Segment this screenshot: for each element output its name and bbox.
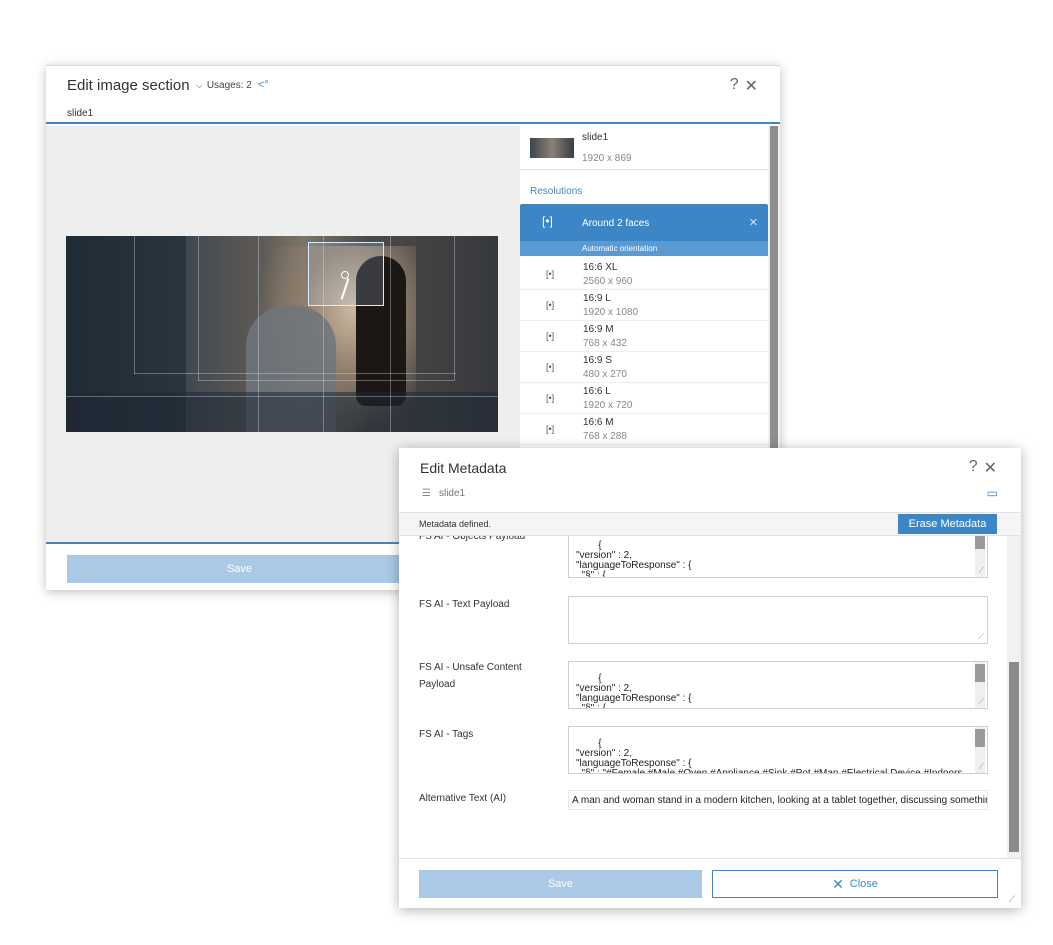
clear-selection-icon[interactable]: ✕: [749, 216, 758, 229]
resolution-item[interactable]: [•] 16:6 XL 2560 x 960: [520, 259, 768, 290]
tags-textarea[interactable]: { "version" : 2, "languageToResponse" : …: [568, 726, 988, 774]
field-value: { "version" : 2, "languageToResponse" : …: [576, 673, 692, 709]
document-name: slide1: [438, 488, 466, 499]
slide-card: slide1 1920 x 869: [520, 126, 768, 170]
resolution-dimensions: 1920 x 720: [583, 400, 633, 411]
dialog-subtitle: slide1: [67, 108, 94, 119]
focus-icon: [•]: [546, 393, 555, 403]
erase-metadata-button[interactable]: Erase Metadata: [898, 514, 997, 534]
unsafe-content-textarea[interactable]: { "version" : 2, "languageToResponse" : …: [568, 661, 988, 709]
resolution-item[interactable]: [•] 16:9 S 480 x 270: [520, 352, 768, 383]
field-value: { "version" : 2, "languageToResponse" : …: [576, 540, 692, 578]
image-preview[interactable]: [66, 236, 498, 432]
resolution-dimensions: 480 x 270: [583, 369, 627, 380]
focus-icon: [•]: [546, 269, 555, 279]
field-value: { "version" : 2, "languageToResponse" : …: [576, 738, 963, 774]
close-icon: ✕: [832, 875, 844, 892]
slide-name: slide1: [582, 132, 609, 143]
focus-icon: [•]: [546, 300, 555, 310]
save-button[interactable]: Save: [67, 555, 412, 583]
focus-icon: [•]: [546, 362, 555, 372]
orientation-label: Automatic orientation: [520, 241, 768, 256]
dialog-header: Edit image section ⌵ Usages: 2 <° slide1…: [46, 66, 780, 124]
resolution-name: 16:9 L: [583, 293, 611, 304]
focus-icon: [•]: [546, 424, 555, 434]
close-button[interactable]: ✕ Close: [712, 870, 998, 898]
help-icon[interactable]: ?: [969, 458, 978, 478]
focus-point-handle[interactable]: [341, 271, 349, 279]
share-icon[interactable]: <°: [258, 79, 269, 91]
field-label: FS AI - Tags: [419, 729, 474, 740]
edit-metadata-dialog: Edit Metadata ? ✕ ☰ slide1 ▭ Metadata de…: [399, 448, 1021, 908]
resize-handle-icon[interactable]: ⟋: [1009, 894, 1015, 905]
resolution-name: 16:6 XL: [583, 262, 618, 273]
metadata-form: FS AI - Objects Payload { "version" : 2,…: [399, 536, 1007, 836]
chevron-down-icon: ⌵: [196, 79, 203, 90]
field-label: FS AI - Text Payload: [419, 599, 510, 610]
resolution-list: [•] 16:6 XL 2560 x 960 [•] 16:9 L 1920 x…: [520, 259, 768, 445]
metadata-status-bar: Metadata defined. Erase Metadata: [399, 512, 1021, 536]
comments-icon[interactable]: ▭: [987, 486, 998, 500]
focus-icon: [•]: [546, 331, 555, 341]
resolution-dimensions: 2560 x 960: [583, 276, 633, 287]
resolution-item[interactable]: [•] 16:9 M 768 x 432: [520, 321, 768, 352]
close-icon[interactable]: ✕: [984, 458, 997, 478]
field-label: Alternative Text (AI): [419, 793, 507, 804]
save-button[interactable]: Save: [419, 870, 702, 898]
document-icon: ☰: [422, 488, 431, 499]
objects-payload-textarea[interactable]: { "version" : 2, "languageToResponse" : …: [568, 536, 988, 578]
text-payload-textarea[interactable]: ⟋: [568, 596, 988, 644]
metadata-scrollbar[interactable]: [1007, 536, 1021, 858]
resolution-name: 16:6 M: [583, 417, 614, 428]
selected-resolution-label: Around 2 faces: [582, 218, 650, 229]
resolution-dimensions: 1920 x 1080: [583, 307, 639, 318]
field-label: FS AI - Unsafe Content Payload: [419, 662, 522, 690]
resolution-item[interactable]: [•] 16:6 M 768 x 288: [520, 414, 768, 445]
alt-text-input[interactable]: A man and woman stand in a modern kitche…: [568, 790, 988, 810]
slide-dimensions: 1920 x 869: [582, 153, 632, 164]
dialog-footer: Save ✕ Close ⟋: [399, 858, 1021, 908]
resolution-item[interactable]: [•] 16:9 L 1920 x 1080: [520, 290, 768, 321]
resolution-name: 16:6 L: [583, 386, 611, 397]
resolution-dimensions: 768 x 288: [583, 431, 627, 442]
resolutions-heading: Resolutions: [530, 186, 583, 197]
resolution-name: 16:9 M: [583, 324, 614, 335]
metadata-status-text: Metadata defined.: [419, 519, 492, 529]
close-icon[interactable]: ✕: [745, 76, 758, 96]
help-icon[interactable]: ?: [730, 76, 739, 96]
focus-icon: [•]: [542, 214, 553, 228]
resolution-item-selected[interactable]: [•] Around 2 faces ✕ Automatic orientati…: [520, 204, 768, 256]
usages-toggle[interactable]: ⌵ Usages: 2 <°: [196, 79, 269, 91]
resolution-dimensions: 768 x 432: [583, 338, 627, 349]
usages-label: Usages: 2: [206, 79, 252, 91]
slide-thumbnail: [530, 138, 574, 158]
resolution-item[interactable]: [•] 16:6 L 1920 x 720: [520, 383, 768, 414]
dialog-title: Edit Metadata: [420, 460, 507, 476]
resolution-name: 16:9 S: [583, 355, 612, 366]
document-reference: ☰ slide1: [422, 488, 465, 499]
close-button-label: Close: [849, 878, 878, 890]
dialog-title: Edit image section: [67, 77, 190, 94]
field-label: FS AI - Objects Payload: [419, 536, 526, 542]
